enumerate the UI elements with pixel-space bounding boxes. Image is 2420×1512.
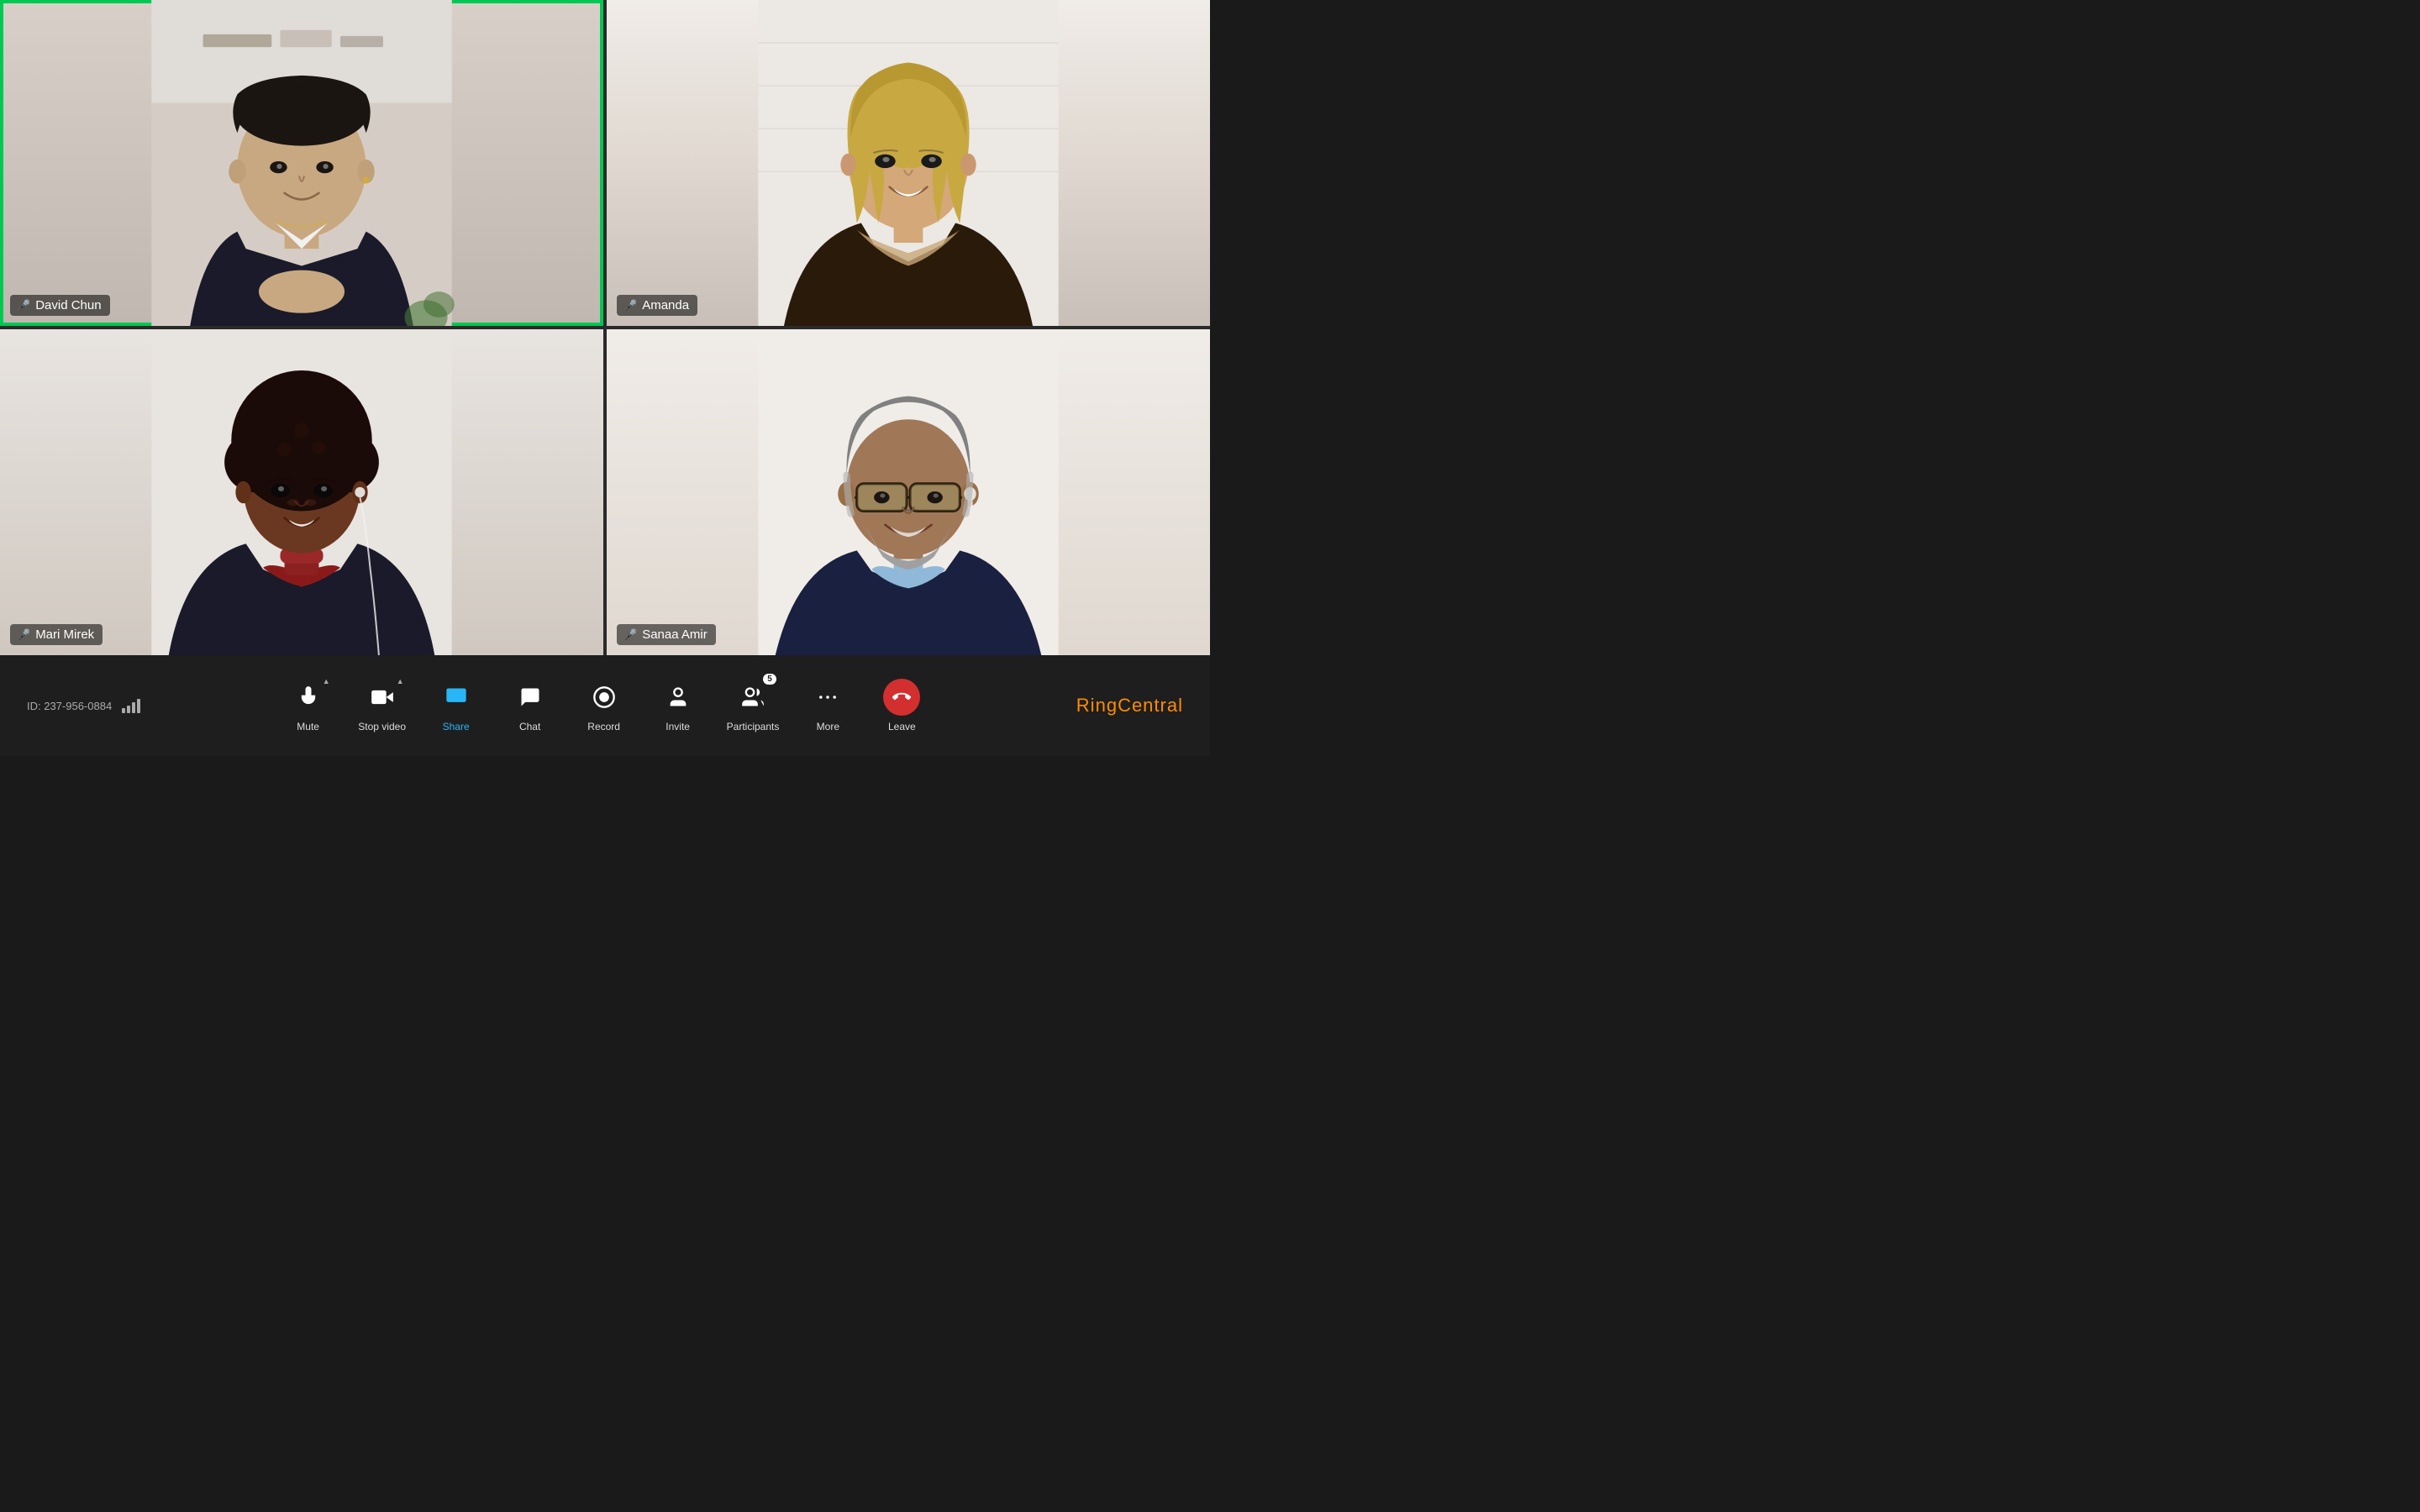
bar-1 bbox=[122, 708, 125, 713]
toolbar-left: ID: 237-956-0884 bbox=[27, 699, 161, 713]
name-label-mari: 🎤 Mari Mirek bbox=[10, 624, 103, 645]
share-button[interactable]: Share bbox=[431, 679, 481, 732]
video-content-mari bbox=[0, 329, 603, 655]
bar-3 bbox=[132, 702, 135, 713]
name-label-david: 🎤 David Chun bbox=[10, 295, 110, 316]
toolbar-right: RingCentral bbox=[1049, 695, 1183, 717]
camera-icon bbox=[371, 685, 394, 709]
name-text-amanda: Amanda bbox=[642, 298, 689, 312]
record-button[interactable]: Record bbox=[579, 679, 629, 732]
signal-bars bbox=[122, 699, 140, 713]
video-tile-mari: 🎤 Mari Mirek bbox=[0, 329, 603, 655]
more-label: More bbox=[817, 721, 839, 732]
mic-icon-sanaa: 🎤 bbox=[623, 628, 637, 642]
record-icon bbox=[592, 685, 616, 709]
video-content-david bbox=[0, 0, 603, 326]
participants-icon-container: 5 bbox=[734, 679, 771, 716]
stop-video-chevron: ▲ bbox=[397, 677, 404, 685]
toolbar-center: ▲ Mute ▲ Stop video bbox=[283, 679, 928, 732]
more-icon-container bbox=[809, 679, 846, 716]
avatar-mari bbox=[0, 329, 603, 655]
name-text-david: David Chun bbox=[35, 298, 101, 312]
toolbar: ID: 237-956-0884 ▲ Mute ▲ bbox=[0, 655, 1210, 756]
share-icon bbox=[445, 685, 468, 709]
mic-icon-david: 🎤 bbox=[17, 299, 30, 312]
stop-video-button[interactable]: ▲ Stop video bbox=[357, 679, 408, 732]
avatar-sanaa bbox=[607, 329, 1210, 655]
brand-logo: RingCentral bbox=[1076, 695, 1183, 717]
phone-icon bbox=[892, 688, 911, 706]
video-tile-amanda: 🎤 Amanda bbox=[607, 0, 1210, 326]
share-label: Share bbox=[443, 721, 470, 732]
leave-icon-container bbox=[883, 679, 920, 716]
video-grid: 🎤 David Chun bbox=[0, 0, 1210, 655]
mute-button[interactable]: ▲ Mute bbox=[283, 679, 334, 732]
microphone-icon bbox=[297, 685, 320, 709]
video-content-sanaa bbox=[607, 329, 1210, 655]
stop-video-label: Stop video bbox=[358, 721, 406, 732]
avatar-david bbox=[0, 0, 603, 326]
mic-icon-mari: 🎤 bbox=[17, 628, 30, 642]
name-label-sanaa: 🎤 Sanaa Amir bbox=[617, 624, 716, 645]
mute-icon-container: ▲ bbox=[290, 679, 327, 716]
record-label: Record bbox=[587, 721, 620, 732]
brand-ring: Ri bbox=[1076, 695, 1096, 716]
mute-chevron: ▲ bbox=[323, 677, 330, 685]
mute-label: Mute bbox=[297, 721, 319, 732]
chat-button[interactable]: Chat bbox=[505, 679, 555, 732]
invite-icon bbox=[666, 685, 690, 709]
share-icon-container bbox=[438, 679, 475, 716]
invite-label: Invite bbox=[666, 721, 690, 732]
invite-button[interactable]: Invite bbox=[653, 679, 703, 732]
chat-icon-container bbox=[512, 679, 549, 716]
name-label-amanda: 🎤 Amanda bbox=[617, 295, 697, 316]
invite-icon-container bbox=[660, 679, 697, 716]
leave-icon-bg bbox=[883, 679, 920, 716]
participants-badge: 5 bbox=[763, 674, 776, 685]
bar-4 bbox=[137, 699, 140, 713]
leave-label: Leave bbox=[888, 721, 916, 732]
leave-button[interactable]: Leave bbox=[876, 679, 927, 732]
bar-2 bbox=[127, 706, 130, 713]
video-tile-david: 🎤 David Chun bbox=[0, 0, 603, 326]
more-icon bbox=[816, 685, 839, 709]
avatar-amanda bbox=[607, 0, 1210, 326]
participants-label: Participants bbox=[727, 721, 780, 732]
video-content-amanda bbox=[607, 0, 1210, 326]
chat-label: Chat bbox=[519, 721, 540, 732]
video-tile-sanaa: 🎤 Sanaa Amir bbox=[607, 329, 1210, 655]
meeting-id: ID: 237-956-0884 bbox=[27, 700, 112, 712]
participants-button[interactable]: 5 Participants bbox=[727, 679, 780, 732]
record-icon-container bbox=[586, 679, 623, 716]
name-text-mari: Mari Mirek bbox=[35, 627, 94, 642]
more-button[interactable]: More bbox=[802, 679, 853, 732]
name-text-sanaa: Sanaa Amir bbox=[642, 627, 708, 642]
stop-video-icon-container: ▲ bbox=[364, 679, 401, 716]
mic-icon-amanda: 🎤 bbox=[623, 299, 637, 312]
brand-ring-accent: ng bbox=[1096, 695, 1118, 716]
participants-icon bbox=[741, 685, 765, 709]
chat-icon bbox=[518, 685, 542, 709]
brand-central: Central bbox=[1118, 695, 1183, 716]
